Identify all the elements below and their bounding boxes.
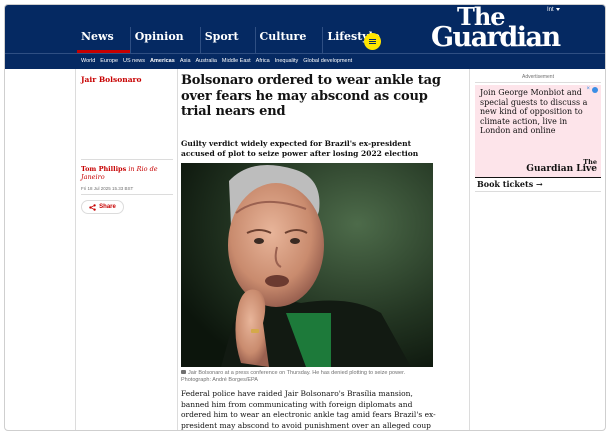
subnav-europe[interactable]: Europe bbox=[100, 57, 118, 65]
guardian-logo[interactable]: The Guardian bbox=[431, 5, 561, 53]
pillar-nav: News Opinion Sport Culture Lifestyle bbox=[77, 27, 396, 53]
bolsonaro-photo bbox=[181, 163, 433, 367]
ad-label: Advertisement bbox=[475, 74, 601, 83]
masthead: Int The Guardian News Opinion Sport Cult… bbox=[5, 5, 605, 69]
share-icon bbox=[89, 203, 96, 211]
article-photo bbox=[181, 163, 433, 367]
browser-frame: Int The Guardian News Opinion Sport Cult… bbox=[4, 4, 606, 431]
byline: Tom Phillips in Rio de Janeiro bbox=[81, 165, 173, 181]
caption-text: Jair Bolsonaro at a press conference on … bbox=[181, 370, 406, 383]
info-icon[interactable] bbox=[592, 87, 598, 93]
column-divider bbox=[469, 69, 470, 430]
ad-logo-big: Guardian Live bbox=[526, 164, 597, 174]
share-label: Share bbox=[99, 204, 116, 210]
divider bbox=[475, 177, 601, 178]
subnav-asia[interactable]: Asia bbox=[180, 57, 191, 65]
camera-icon bbox=[181, 370, 186, 374]
subnav-africa[interactable]: Africa bbox=[256, 57, 270, 65]
pillar-sport[interactable]: Sport bbox=[199, 27, 255, 53]
subnav-world[interactable]: World bbox=[81, 57, 95, 65]
divider bbox=[475, 191, 601, 192]
subnav-inequality[interactable]: Inequality bbox=[275, 57, 299, 65]
subnav-us-news[interactable]: US news bbox=[123, 57, 145, 65]
ad-text: Join George Monbiot and special guests t… bbox=[480, 88, 588, 135]
close-icon[interactable]: × bbox=[586, 86, 590, 92]
subnav-middle-east[interactable]: Middle East bbox=[222, 57, 251, 65]
pillar-culture[interactable]: Culture bbox=[254, 27, 323, 53]
hamburger-icon-line bbox=[369, 39, 376, 40]
sub-navigation: World Europe US news Americas Asia Austr… bbox=[5, 53, 605, 69]
subnav-australia[interactable]: Australia bbox=[196, 57, 217, 65]
subnav-global-development[interactable]: Global development bbox=[303, 57, 352, 65]
book-tickets-link[interactable]: Book tickets → bbox=[477, 179, 543, 189]
hamburger-icon-line bbox=[369, 41, 376, 42]
headline: Bolsonaro ordered to wear ankle tag over… bbox=[181, 73, 441, 119]
hamburger-icon-line bbox=[369, 43, 376, 44]
menu-button[interactable] bbox=[364, 33, 381, 50]
share-button[interactable]: Share bbox=[81, 200, 124, 214]
advertisement[interactable]: Join George Monbiot and special guests t… bbox=[475, 85, 601, 177]
dateline: Fri 18 Jul 2025 15.33 BST bbox=[81, 186, 134, 191]
column-divider bbox=[75, 69, 76, 430]
standfirst: Guilty verdict widely expected for Brazi… bbox=[181, 139, 419, 158]
pillar-opinion[interactable]: Opinion bbox=[129, 27, 200, 53]
pillar-lifestyle[interactable]: Lifestyle bbox=[322, 27, 396, 53]
guardian-live-logo: The Guardian Live bbox=[526, 159, 597, 174]
divider bbox=[81, 159, 173, 160]
section-tag[interactable]: Jair Bolsonaro bbox=[81, 75, 142, 84]
article-body: Federal police have raided Jair Bolsonar… bbox=[181, 389, 436, 430]
photo-caption: Jair Bolsonaro at a press conference on … bbox=[181, 370, 433, 384]
divider bbox=[81, 194, 173, 195]
logo-guardian: Guardian bbox=[431, 22, 561, 53]
column-divider bbox=[177, 69, 178, 430]
subnav-americas[interactable]: Americas bbox=[150, 57, 175, 65]
author-link[interactable]: Tom Phillips bbox=[81, 165, 126, 173]
pillar-news[interactable]: News bbox=[77, 27, 130, 53]
article-page: Jair Bolsonaro Tom Phillips in Rio de Ja… bbox=[5, 69, 605, 430]
